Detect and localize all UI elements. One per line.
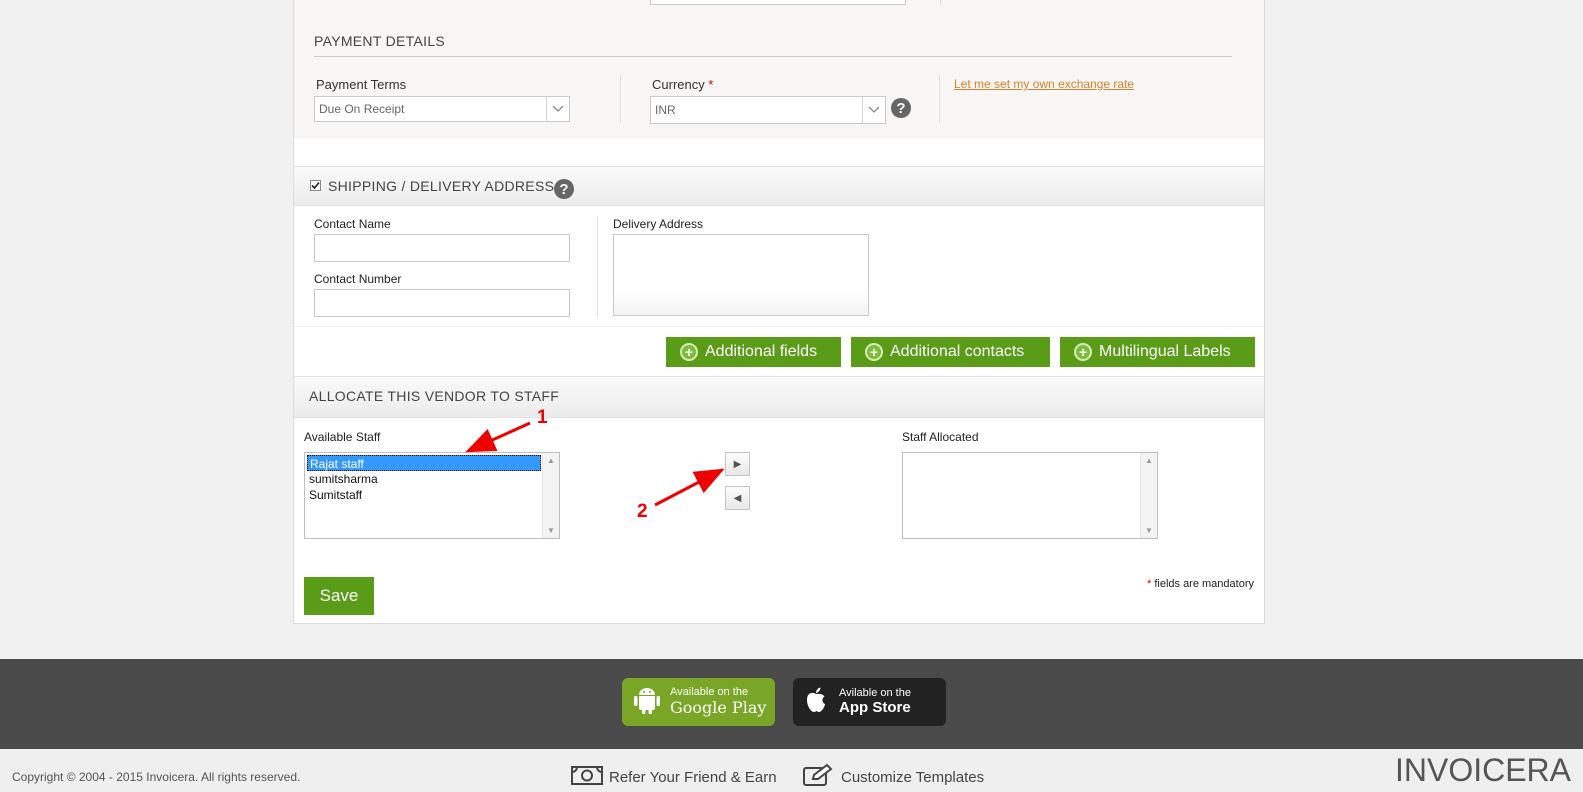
bottom-bar: Copyright © 2004 - 2015 Invoicera. All r… bbox=[0, 749, 1583, 792]
app-store-badge[interactable]: Avilable on the App Store bbox=[793, 678, 946, 726]
app-store-text: Avilable on the App Store bbox=[839, 687, 911, 717]
refer-friend-label: Refer Your Friend & Earn bbox=[609, 768, 777, 786]
refer-friend-link[interactable]: Refer Your Friend & Earn bbox=[571, 764, 777, 790]
app-store-big: App Store bbox=[839, 699, 911, 716]
android-icon bbox=[634, 685, 660, 720]
annotation-label-2: 2 bbox=[637, 501, 648, 522]
annotation-label-1: 1 bbox=[537, 407, 548, 428]
invoicera-logo: INVOICERA bbox=[1394, 752, 1571, 788]
edit-icon bbox=[803, 763, 833, 790]
google-play-badge[interactable]: Available on the Google Play bbox=[622, 678, 775, 726]
google-play-small: Available on the bbox=[670, 686, 749, 698]
customize-templates-label: Customize Templates bbox=[841, 768, 985, 786]
apple-icon bbox=[805, 687, 827, 718]
copyright-text: Copyright © 2004 - 2015 Invoicera. All r… bbox=[12, 770, 301, 784]
annotation-arrow-1 bbox=[465, 421, 531, 453]
footer: Available on the Google Play Avilable on… bbox=[0, 659, 1583, 749]
money-icon bbox=[571, 764, 603, 790]
customize-templates-link[interactable]: Customize Templates bbox=[803, 763, 985, 790]
annotation-arrow-2 bbox=[654, 468, 725, 507]
app-store-small: Avilable on the bbox=[839, 687, 911, 699]
google-play-text: Available on the Google Play bbox=[670, 686, 766, 718]
google-play-big: Google Play bbox=[670, 698, 767, 717]
